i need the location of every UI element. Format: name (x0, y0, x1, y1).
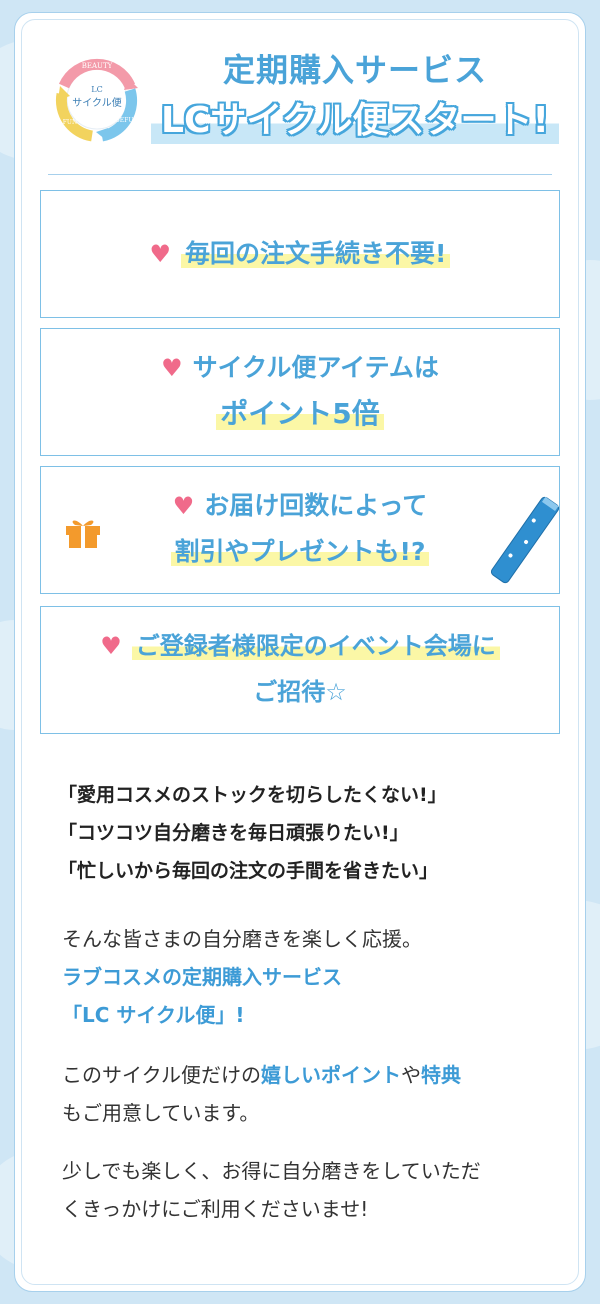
feature-line: ご招待☆ (253, 678, 347, 706)
heart-icon: ♥ (161, 354, 183, 382)
intro-text: そんな皆さまの自分磨きを楽しく応援。 (62, 927, 422, 951)
feature-line: ♥ サイクル便アイテムは (161, 353, 439, 382)
title-line-2: LCサイクル便スタート! (151, 98, 559, 144)
gift-icon (66, 520, 100, 548)
heart-icon: ♥ (149, 240, 172, 268)
title-line-1: 定期購入サービス (222, 51, 487, 89)
feature-box-discount: ♥ お届け回数によって 割引やプレゼントも!? (40, 466, 560, 594)
header-divider (48, 174, 552, 175)
logo-useful-text: USEFUL (111, 117, 138, 124)
feature-line: ポイント5倍 (41, 391, 559, 437)
product-tube-icon (491, 496, 559, 584)
feature-box-no-order: ♥ 毎回の注文手続き不要! (40, 190, 560, 318)
logo-lc-text: LC (91, 85, 102, 94)
service-name-text: 「LC サイクル便」! (62, 1003, 245, 1027)
feature-line: ♥ お届け回数によって (172, 491, 428, 520)
feature-line: 割引やプレゼントも!? (41, 529, 559, 575)
lc-cycle-logo-icon: BEAUTY LC サイクル便 FUN USEFUL (55, 58, 138, 142)
feature-line: ♥ 毎回の注文手続き不要! (41, 231, 559, 277)
closing-text: 少しでも楽しく、お得に自分磨きをしていただ (62, 1159, 481, 1183)
benefit-text: このサイクル便だけの嬉しいポイントや特典 (62, 1063, 461, 1087)
logo-cycle-text: サイクル便 (72, 96, 122, 109)
quote-line: 「愛用コスメのストックを切らしたくない!」 (58, 784, 447, 806)
service-name-text: ラブコスメの定期購入サービス (62, 965, 342, 989)
logo-beauty-text: BEAUTY (82, 62, 113, 70)
quote-line: 「コツコツ自分磨きを毎日頑張りたい!」 (58, 822, 409, 844)
logo-fun-text: FUN (63, 119, 77, 126)
feature-line: ♥ ご登録者様限定のイベント会場に (41, 623, 559, 669)
feature-box-event: ♥ ご登録者様限定のイベント会場に ご招待☆ (40, 606, 560, 734)
quote-line: 「忙しいから毎回の注文の手間を省きたい」 (58, 860, 439, 882)
heart-icon: ♥ (100, 632, 122, 660)
benefit-text: もご用意しています。 (62, 1101, 260, 1125)
feature-box-points: ♥ サイクル便アイテムは ポイント5倍 (40, 328, 560, 456)
heart-icon: ♥ (172, 492, 195, 520)
closing-text: くきっかけにご利用くださいませ! (62, 1197, 369, 1221)
page-title: 定期購入サービス LCサイクル便スタート! (150, 48, 560, 144)
